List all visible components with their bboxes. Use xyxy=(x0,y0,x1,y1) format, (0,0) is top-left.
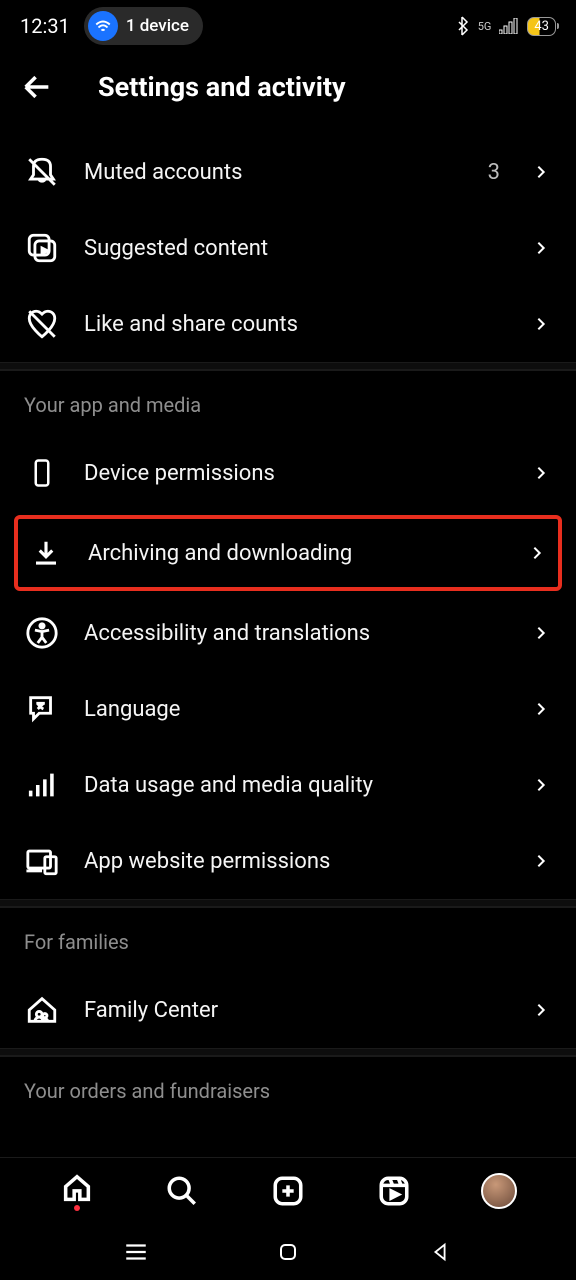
setting-row-device-permissions[interactable]: Device permissions xyxy=(0,435,576,511)
family-icon xyxy=(24,992,60,1028)
chevron-right-icon xyxy=(530,462,552,484)
sys-nav-recents[interactable] xyxy=(122,1238,150,1266)
section-header-orders: Your orders and fundraisers xyxy=(0,1056,576,1121)
setting-row-accessibility[interactable]: Accessibility and translations xyxy=(0,595,576,671)
setting-row-like-share-counts[interactable]: Like and share counts xyxy=(0,286,576,362)
nav-search[interactable] xyxy=(161,1170,203,1212)
row-label: Device permissions xyxy=(84,461,506,486)
nav-home[interactable] xyxy=(56,1170,98,1212)
sys-nav-home[interactable] xyxy=(274,1238,302,1266)
setting-row-family-center[interactable]: Family Center xyxy=(0,972,576,1048)
avatar-icon xyxy=(481,1173,517,1209)
device-count-pill[interactable]: 1 device xyxy=(84,7,203,45)
section-divider xyxy=(0,1048,576,1056)
section-header-app-media: Your app and media xyxy=(0,370,576,435)
chevron-right-icon xyxy=(530,774,552,796)
notification-dot-icon xyxy=(74,1205,80,1211)
setting-row-language[interactable]: Language xyxy=(0,671,576,747)
signal-bars-icon xyxy=(24,767,60,803)
nav-create[interactable] xyxy=(267,1170,309,1212)
status-bar: 12:31 1 device 5G 43 xyxy=(0,0,576,52)
setting-row-app-website-permissions[interactable]: App website permissions xyxy=(0,823,576,899)
network-label: 5G xyxy=(478,20,492,33)
chevron-right-icon xyxy=(530,313,552,335)
row-label: App website permissions xyxy=(84,849,506,874)
media-stack-icon xyxy=(24,230,60,266)
row-label: Suggested content xyxy=(84,236,506,261)
row-value: 3 xyxy=(488,160,500,185)
bluetooth-icon xyxy=(454,16,470,36)
signal-icon xyxy=(499,18,519,34)
bottom-nav xyxy=(0,1157,576,1224)
chevron-right-icon xyxy=(530,999,552,1021)
row-label: Family Center xyxy=(84,998,506,1023)
sys-nav-back[interactable] xyxy=(426,1238,454,1266)
setting-row-suggested-content[interactable]: Suggested content xyxy=(0,210,576,286)
chevron-right-icon xyxy=(530,698,552,720)
row-label: Accessibility and translations xyxy=(84,621,506,646)
back-button[interactable] xyxy=(20,70,54,104)
row-label: Data usage and media quality xyxy=(84,773,506,798)
setting-row-archiving-downloading[interactable]: Archiving and downloading xyxy=(14,515,562,591)
chevron-right-icon xyxy=(530,161,552,183)
setting-row-muted-accounts[interactable]: Muted accounts 3 xyxy=(0,134,576,210)
row-label: Like and share counts xyxy=(84,312,506,337)
row-label: Language xyxy=(84,697,506,722)
phone-icon xyxy=(24,455,60,491)
page-title: Settings and activity xyxy=(98,71,556,103)
nav-reels[interactable] xyxy=(373,1170,415,1212)
system-nav xyxy=(0,1224,576,1280)
chevron-right-icon xyxy=(530,237,552,259)
section-top: Muted accounts 3 Suggested content Like … xyxy=(0,134,576,362)
battery-indicator: 43 xyxy=(527,17,556,36)
bell-muted-icon xyxy=(24,154,60,190)
page-header: Settings and activity xyxy=(0,52,576,134)
heart-off-icon xyxy=(24,306,60,342)
devices-icon xyxy=(24,843,60,879)
nav-profile[interactable] xyxy=(478,1170,520,1212)
section-divider xyxy=(0,899,576,907)
chevron-right-icon xyxy=(530,850,552,872)
setting-row-data-usage[interactable]: Data usage and media quality xyxy=(0,747,576,823)
section-divider xyxy=(0,362,576,370)
row-label: Archiving and downloading xyxy=(88,541,502,566)
accessibility-icon xyxy=(24,615,60,651)
section-header-families: For families xyxy=(0,907,576,972)
download-icon xyxy=(28,535,64,571)
status-time: 12:31 xyxy=(20,14,70,38)
language-icon xyxy=(24,691,60,727)
chevron-right-icon xyxy=(530,622,552,644)
chevron-right-icon xyxy=(526,542,548,564)
row-label: Muted accounts xyxy=(84,160,464,185)
wifi-icon xyxy=(88,11,118,41)
